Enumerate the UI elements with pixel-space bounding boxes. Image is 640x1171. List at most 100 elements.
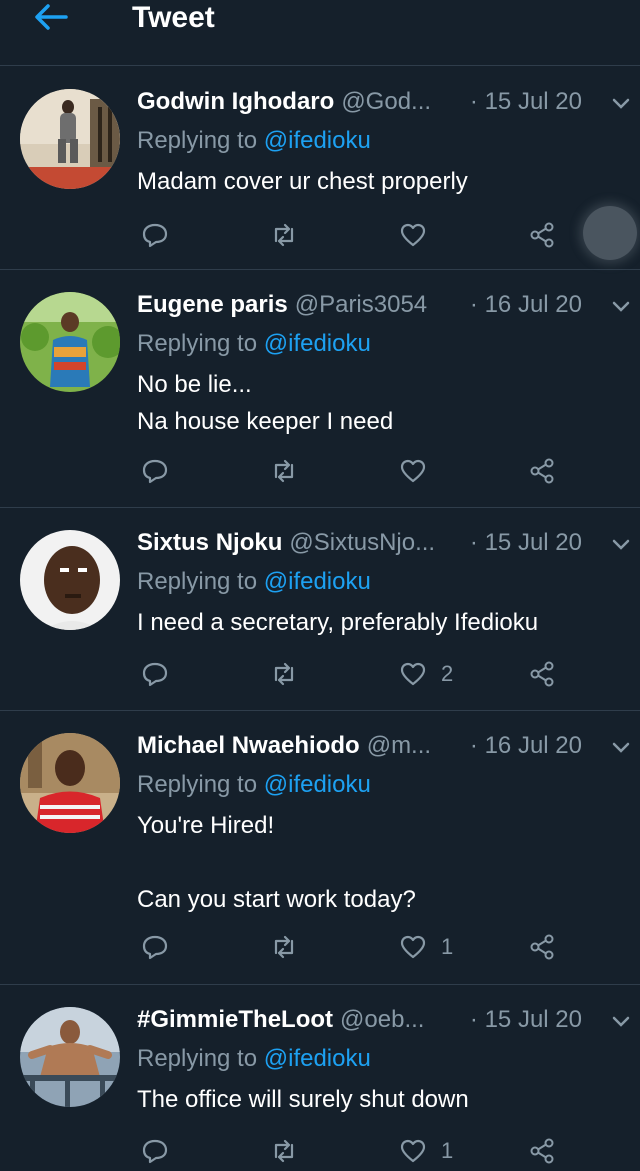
like-button[interactable]: 2 [399,654,453,694]
user-handle[interactable]: @SixtusNjo... [289,526,463,560]
avatar[interactable] [20,530,120,630]
chevron-down-icon[interactable] [610,737,632,759]
replying-to: Replying to @ifedioku [137,768,371,802]
like-count: 1 [441,1138,454,1163]
share-icon [530,934,554,960]
avatar[interactable] [20,89,120,189]
tweet-date[interactable]: · 16 Jul 20 [470,288,582,322]
replying-label: Replying to [137,127,258,154]
heart-icon [400,223,426,247]
display-name[interactable]: Godwin Ighodaro [137,85,334,119]
tweet-item[interactable]: Sixtus Njoku @SixtusNjo... · 15 Jul 20 R… [0,508,640,711]
chevron-down-icon[interactable] [610,1011,632,1033]
tweet-date[interactable]: · 15 Jul 20 [470,85,582,119]
mention-link[interactable]: @ifedioku [264,127,371,154]
share-button[interactable] [528,1131,556,1171]
like-count: 2 [441,661,454,686]
action-bar: 2 [137,654,597,694]
avatar[interactable] [20,292,120,392]
replying-label: Replying to [137,568,258,595]
replying-label: Replying to [137,771,258,798]
share-icon [530,1138,554,1164]
tweet-text: No be lie... Na house keeper I need [137,371,394,435]
replying-label: Replying to [137,330,258,357]
heart-icon [400,935,426,959]
reply-button[interactable] [141,927,169,967]
reply-icon [142,223,168,248]
retweet-button[interactable] [270,1131,298,1171]
action-bar: 1 [137,1131,597,1171]
like-button[interactable]: 1 [399,1131,453,1171]
retweet-icon [274,1139,294,1163]
tweet-text: The office will surely shut down [137,1086,469,1113]
display-name[interactable]: #GimmieTheLoot [137,1003,333,1037]
tweet-date[interactable]: · 15 Jul 20 [470,1003,582,1037]
tweet-text: Madam cover ur chest properly [137,168,468,195]
replying-label: Replying to [137,1045,258,1072]
touch-indicator [583,206,637,260]
like-count: 1 [441,934,454,959]
share-icon [530,222,554,248]
mention-link[interactable]: @ifedioku [264,771,371,798]
tweet-header: Eugene paris @Paris3054 · 16 Jul 20 [137,288,582,322]
tweet-text: You're Hired! Can you start work today? [137,812,416,913]
reply-button[interactable] [141,451,169,491]
like-button[interactable] [399,451,441,491]
tweet-date[interactable]: · 15 Jul 20 [470,526,582,560]
mention-link[interactable]: @ifedioku [264,568,371,595]
tweet-item[interactable]: Godwin Ighodaro @God... · 15 Jul 20 Repl… [0,67,640,270]
chevron-down-icon[interactable] [610,296,632,318]
tweet-header: Godwin Ighodaro @God... · 15 Jul 20 [137,85,582,119]
share-icon [530,458,554,484]
user-handle[interactable]: @Paris3054 [295,288,463,322]
tweet-date[interactable]: · 16 Jul 20 [470,729,582,763]
tweet-header: Sixtus Njoku @SixtusNjo... · 15 Jul 20 [137,526,582,560]
tweet-item[interactable]: Eugene paris @Paris3054 · 16 Jul 20 Repl… [0,270,640,508]
retweet-button[interactable] [270,927,298,967]
share-button[interactable] [528,215,556,255]
tweet-header: Michael Nwaehiodo @m... · 16 Jul 20 [137,729,582,763]
user-handle[interactable]: @m... [367,729,463,763]
action-bar: 1 [137,927,597,967]
tweet-header: #GimmieTheLoot @oeb... · 15 Jul 20 [137,1003,582,1037]
heart-icon [400,662,426,686]
like-button[interactable] [399,215,441,255]
reply-button[interactable] [141,1131,169,1171]
heart-icon [400,459,426,483]
display-name[interactable]: Sixtus Njoku [137,526,282,560]
retweet-icon [274,459,294,483]
reply-button[interactable] [141,215,169,255]
tweet-item[interactable]: Michael Nwaehiodo @m... · 16 Jul 20 Repl… [0,711,640,985]
share-button[interactable] [528,654,556,694]
reply-icon [142,662,168,687]
user-handle[interactable]: @God... [341,85,463,119]
reply-icon [142,1139,168,1164]
share-icon [530,661,554,687]
retweet-icon [274,935,294,959]
retweet-button[interactable] [270,451,298,491]
mention-link[interactable]: @ifedioku [264,1045,371,1072]
mention-link[interactable]: @ifedioku [264,330,371,357]
replying-to: Replying to @ifedioku [137,327,371,361]
reply-button[interactable] [141,654,169,694]
avatar[interactable] [20,1007,120,1107]
tweet-item[interactable]: #GimmieTheLoot @oeb... · 15 Jul 20 Reply… [0,985,640,1164]
avatar[interactable] [20,733,120,833]
chevron-down-icon[interactable] [610,534,632,556]
reply-icon [142,459,168,484]
share-button[interactable] [528,451,556,491]
replying-to: Replying to @ifedioku [137,565,371,599]
retweet-button[interactable] [270,215,298,255]
like-button[interactable]: 1 [399,927,453,967]
arrow-left-icon[interactable] [30,0,70,34]
action-bar [137,215,597,255]
chevron-down-icon[interactable] [610,93,632,115]
tweet-text: I need a secretary, preferably Ifedioku [137,609,539,636]
share-button[interactable] [528,927,556,967]
user-handle[interactable]: @oeb... [340,1003,463,1037]
display-name[interactable]: Michael Nwaehiodo [137,729,360,763]
retweet-button[interactable] [270,654,298,694]
retweet-icon [274,223,294,247]
top-bar: Tweet [0,0,640,66]
display-name[interactable]: Eugene paris [137,288,288,322]
